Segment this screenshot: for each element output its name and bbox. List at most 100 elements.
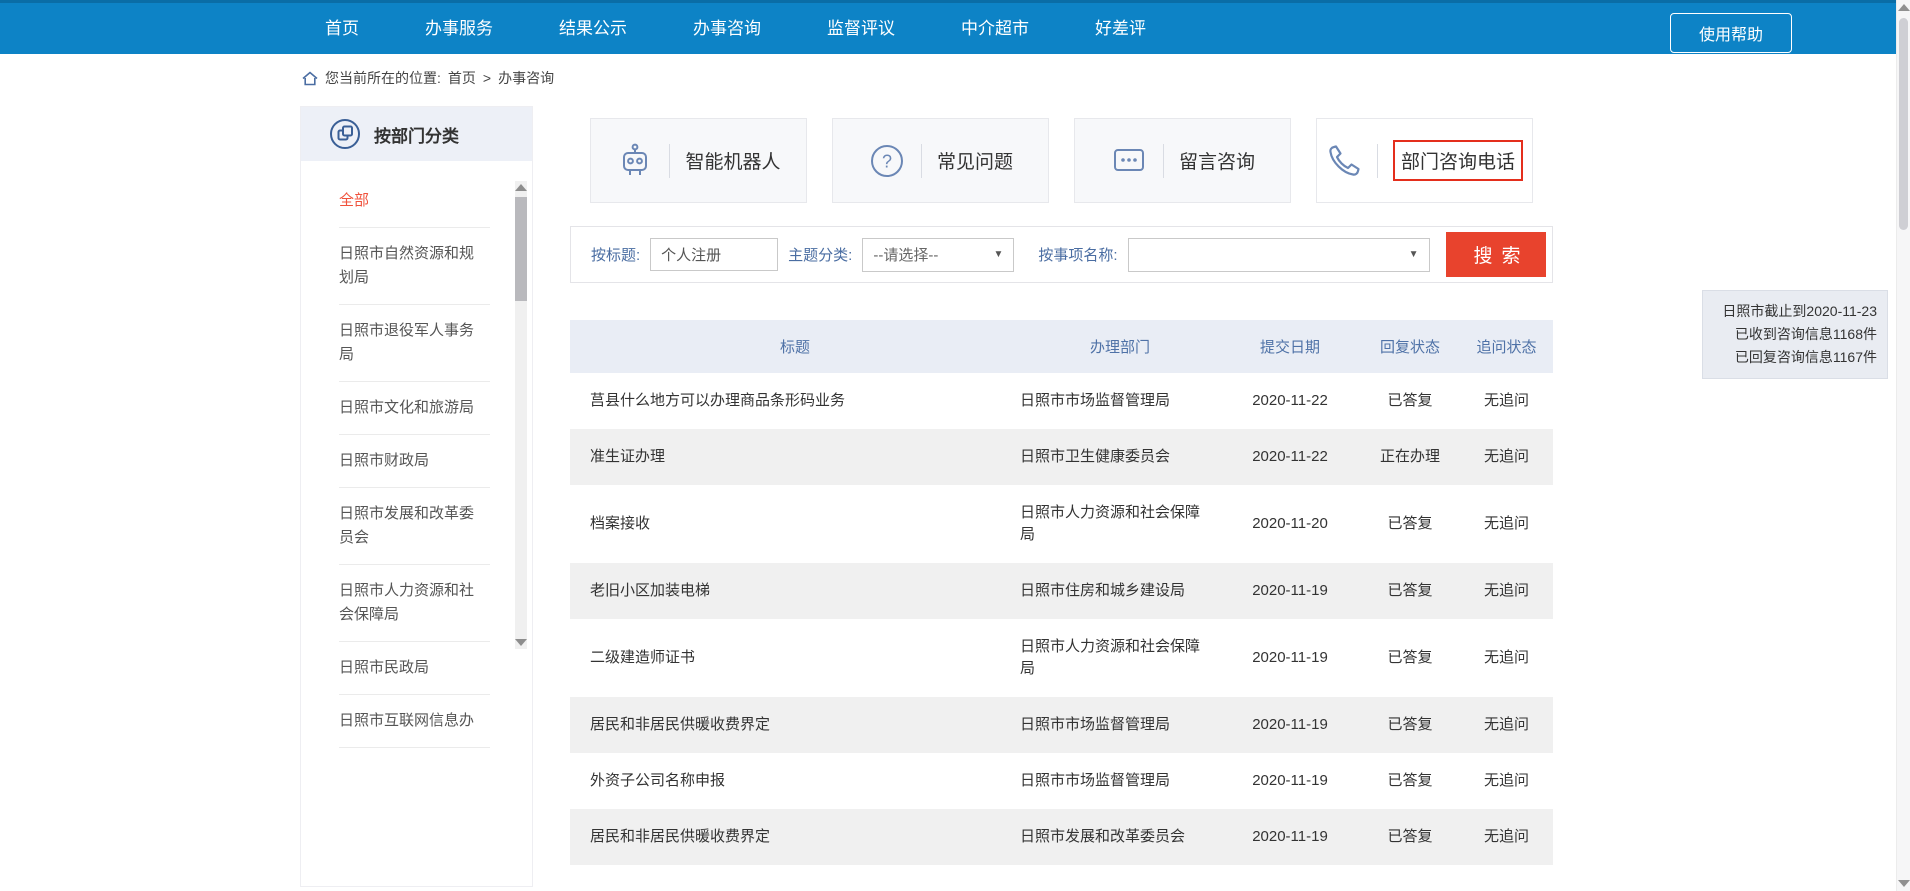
cell-date: 2020-11-22: [1220, 429, 1360, 485]
cell-title[interactable]: 居民和非居民供暖收费界定: [570, 697, 1020, 753]
nav-item[interactable]: 办事服务: [392, 3, 526, 54]
department-list: 全部 日照市自然资源和规划局 日照市退役军人事务局 日照市文化和旅游局 日照市财…: [301, 161, 532, 748]
cell-followup-status: 无追问: [1460, 373, 1553, 429]
department-list-item[interactable]: 日照市人力资源和社会保障局: [339, 565, 490, 642]
nav-item[interactable]: 首页: [292, 3, 392, 54]
table-row[interactable]: 老旧小区加装电梯 日照市住房和城乡建设局 2020-11-19 已答复 无追问: [570, 563, 1553, 619]
stats-line: 日照市截止到2020-11-23: [1713, 300, 1877, 323]
cell-department: 日照市卫生健康委员会: [1020, 429, 1220, 485]
cell-date: 2020-11-19: [1220, 809, 1360, 865]
divider: [1163, 144, 1164, 178]
table-row[interactable]: 居民和非居民供暖收费界定 日照市市场监督管理局 2020-11-19 已答复 无…: [570, 697, 1553, 753]
department-label: 日照市财政局: [339, 449, 487, 473]
table-header-cell: 标题: [570, 320, 1020, 373]
cell-reply-status: 已答复: [1360, 619, 1460, 697]
search-bar: 按标题: 主题分类: --请选择-- ▼ 按事项名称: ▼ 搜索: [570, 226, 1553, 283]
department-list-item[interactable]: 日照市发展和改革委员会: [339, 488, 490, 565]
cell-title[interactable]: 二级建造师证书: [570, 619, 1020, 697]
title-filter-input[interactable]: [650, 238, 778, 271]
tab-faq[interactable]: ? 常见问题: [832, 118, 1049, 203]
nav-item[interactable]: 结果公示: [526, 3, 660, 54]
tab-smart-robot[interactable]: 智能机器人: [590, 118, 807, 203]
cell-title[interactable]: 老旧小区加装电梯: [570, 563, 1020, 619]
table-row[interactable]: 档案接收 日照市人力资源和社会保障局 2020-11-20 已答复 无追问: [570, 485, 1553, 563]
nav-item[interactable]: 监督评议: [794, 3, 928, 54]
department-label: 日照市互联网信息办: [339, 709, 487, 733]
table-header-cell: 追问状态: [1460, 320, 1553, 373]
department-label: 全部: [339, 189, 487, 213]
tab-label-department-phone: 部门咨询电话: [1393, 140, 1523, 181]
help-button[interactable]: 使用帮助: [1670, 13, 1792, 53]
cell-title[interactable]: 外资子公司名称申报: [570, 753, 1020, 809]
department-list-item[interactable]: 日照市财政局: [339, 435, 490, 488]
cell-date: 2020-11-22: [1220, 373, 1360, 429]
page-scrollbar[interactable]: [1896, 0, 1910, 891]
scroll-up-icon[interactable]: [1898, 4, 1910, 11]
tab-message-consult[interactable]: 留言咨询: [1074, 118, 1291, 203]
scroll-up-icon[interactable]: [515, 184, 527, 191]
table-header-cell: 回复状态: [1360, 320, 1460, 373]
divider: [669, 144, 670, 178]
home-icon: [302, 71, 318, 86]
department-list-item[interactable]: 日照市文化和旅游局: [339, 382, 490, 435]
cell-date: 2020-11-19: [1220, 619, 1360, 697]
nav-item[interactable]: 办事咨询: [660, 3, 794, 54]
cell-title[interactable]: 莒县什么地方可以办理商品条形码业务: [570, 373, 1020, 429]
table-header-cell: 办理部门: [1020, 320, 1220, 373]
nav-item[interactable]: 好差评: [1062, 3, 1179, 54]
cell-reply-status: 已答复: [1360, 485, 1460, 563]
main-menu: 首页 办事服务 结果公示 办事咨询 监督评议 中介超市 好差评: [292, 3, 1179, 54]
department-label: 日照市人力资源和社会保障局: [339, 579, 487, 627]
breadcrumb-current: 办事咨询: [498, 68, 554, 88]
sidebar-header: 按部门分类: [301, 107, 532, 161]
cell-title[interactable]: 档案接收: [570, 485, 1020, 563]
cell-date: 2020-11-20: [1220, 485, 1360, 563]
department-list-item[interactable]: 日照市退役军人事务局: [339, 305, 490, 382]
scroll-down-icon[interactable]: [1898, 880, 1910, 887]
tab-label-message-consult: 留言咨询: [1179, 147, 1255, 174]
cell-title[interactable]: 居民和非居民供暖收费界定: [570, 809, 1020, 865]
department-list-item[interactable]: 全部: [339, 175, 490, 228]
department-label: 日照市文化和旅游局: [339, 396, 487, 420]
table-row[interactable]: 莒县什么地方可以办理商品条形码业务 日照市市场监督管理局 2020-11-22 …: [570, 373, 1553, 429]
tab-department-phone[interactable]: 部门咨询电话: [1316, 118, 1533, 203]
cell-reply-status: 已答复: [1360, 697, 1460, 753]
title-filter-label: 按标题:: [591, 244, 640, 265]
scroll-down-icon[interactable]: [515, 639, 527, 646]
cell-title[interactable]: 准生证办理: [570, 429, 1020, 485]
cell-followup-status: 无追问: [1460, 809, 1553, 865]
department-list-item[interactable]: 日照市互联网信息办: [339, 695, 490, 748]
chevron-down-icon: ▼: [1409, 249, 1419, 260]
nav-item[interactable]: 中介超市: [928, 3, 1062, 54]
cell-followup-status: 无追问: [1460, 563, 1553, 619]
cell-department: 日照市市场监督管理局: [1020, 373, 1220, 429]
cell-reply-status: 正在办理: [1360, 429, 1460, 485]
breadcrumb-home-link[interactable]: 首页: [448, 68, 476, 88]
table-row[interactable]: 准生证办理 日照市卫生健康委员会 2020-11-22 正在办理 无追问: [570, 429, 1553, 485]
sidebar-scrollbar-thumb[interactable]: [515, 197, 527, 301]
table-row[interactable]: 居民和非居民供暖收费界定 日照市发展和改革委员会 2020-11-19 已答复 …: [570, 809, 1553, 865]
department-sidebar: 按部门分类 全部 日照市自然资源和规划局 日照市退役军人事务局 日照市文化和旅游…: [300, 106, 533, 887]
sidebar-title: 按部门分类: [374, 122, 459, 147]
table-row[interactable]: 外资子公司名称申报 日照市市场监督管理局 2020-11-19 已答复 无追问: [570, 753, 1553, 809]
sidebar-scrollbar[interactable]: [515, 181, 527, 649]
item-filter-label: 按事项名称:: [1038, 244, 1117, 265]
breadcrumb-separator: >: [483, 70, 491, 86]
page-scrollbar-thumb[interactable]: [1899, 18, 1908, 230]
phone-icon: [1326, 143, 1362, 179]
cell-reply-status: 已答复: [1360, 563, 1460, 619]
search-button[interactable]: 搜索: [1446, 232, 1546, 277]
cell-followup-status: 无追问: [1460, 619, 1553, 697]
cell-department: 日照市人力资源和社会保障局: [1020, 619, 1220, 697]
cell-date: 2020-11-19: [1220, 697, 1360, 753]
table-header: 标题 办理部门 提交日期 回复状态 追问状态: [570, 320, 1553, 373]
category-select[interactable]: --请选择-- ▼: [862, 238, 1014, 272]
table-row[interactable]: 二级建造师证书 日照市人力资源和社会保障局 2020-11-19 已答复 无追问: [570, 619, 1553, 697]
cell-department: 日照市住房和城乡建设局: [1020, 563, 1220, 619]
divider: [1377, 144, 1378, 178]
department-label: 日照市自然资源和规划局: [339, 242, 487, 290]
department-list-item[interactable]: 日照市自然资源和规划局: [339, 228, 490, 305]
department-list-item[interactable]: 日照市民政局: [339, 642, 490, 695]
question-icon: ?: [868, 142, 906, 180]
item-select[interactable]: ▼: [1128, 238, 1430, 272]
